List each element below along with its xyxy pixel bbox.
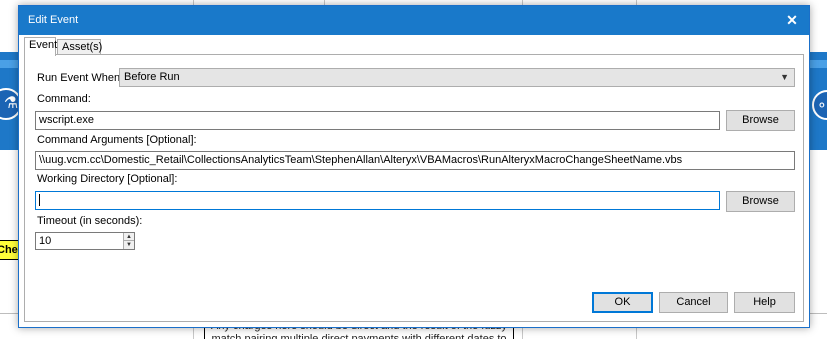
stepper-down-icon[interactable]: ▼ [124, 241, 134, 249]
command-arguments-input[interactable]: \\uug.vcm.cc\Domestic_Retail\Collections… [35, 151, 795, 170]
command-input[interactable]: wscript.exe [35, 111, 720, 130]
timeout-stepper[interactable]: 10 ▲ ▼ [35, 232, 135, 250]
working-directory-browse-button[interactable]: Browse [726, 191, 795, 212]
edit-event-dialog: Edit Event ✕ Event Asset(s) Run Event Wh… [18, 5, 810, 328]
stepper-up-icon[interactable]: ▲ [124, 233, 134, 241]
text-caret [39, 194, 40, 207]
ok-button[interactable]: OK [592, 292, 653, 313]
dialog-title: Edit Event [28, 14, 79, 26]
run-event-when-value: Before Run [124, 71, 180, 83]
tab-event[interactable]: Event [24, 37, 57, 56]
run-event-when-select[interactable]: Before Run ▼ [119, 68, 795, 87]
cancel-button[interactable]: Cancel [659, 292, 728, 313]
command-browse-button[interactable]: Browse [726, 110, 795, 131]
tab-assets[interactable]: Asset(s) [57, 39, 102, 55]
command-arguments-label: Command Arguments [Optional]: [37, 134, 197, 146]
dialog-titlebar[interactable]: Edit Event ✕ [19, 6, 809, 35]
chevron-down-icon: ▼ [780, 72, 789, 82]
timeout-value: 10 [39, 235, 52, 247]
command-label: Command: [37, 93, 91, 105]
timeout-label: Timeout (in seconds): [37, 215, 143, 227]
help-button[interactable]: Help [734, 292, 795, 313]
run-event-when-label: Run Event When: [37, 72, 124, 84]
stepper-buttons: ▲ ▼ [123, 233, 134, 249]
working-directory-input[interactable] [35, 191, 720, 210]
close-icon[interactable]: ✕ [775, 6, 809, 35]
working-directory-label: Working Directory [Optional]: [37, 173, 178, 185]
event-tab-panel: Run Event When: Before Run ▼ Command: ws… [24, 54, 804, 322]
